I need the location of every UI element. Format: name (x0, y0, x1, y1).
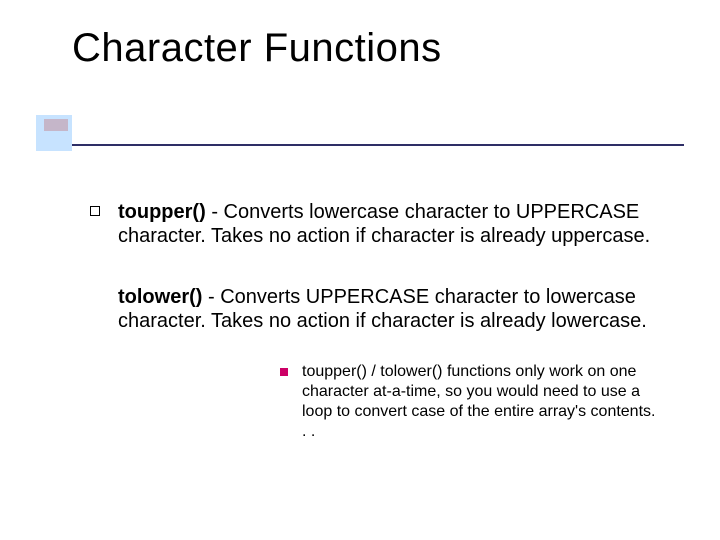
separator: - (202, 286, 220, 308)
note-text: toupper() / tolower() functions only wor… (302, 363, 655, 440)
function-name: toupper() (118, 201, 206, 223)
separator: - (206, 201, 224, 223)
pink-square-bullet-icon (280, 368, 288, 376)
square-bullet-icon (90, 206, 100, 216)
nested-note: toupper() / tolower() functions only wor… (280, 362, 662, 442)
bullet-item-toupper: toupper() - Converts lowercase character… (90, 200, 662, 249)
function-name: tolower() (118, 286, 202, 308)
slide-body: toupper() - Converts lowercase character… (90, 200, 662, 442)
bullet-item-tolower: tolower() - Converts UPPERCASE character… (90, 285, 662, 334)
slide-title: Character Functions (72, 26, 442, 71)
slide: Character Functions toupper() - Converts… (0, 0, 720, 540)
accent-overlay (44, 119, 68, 131)
title-underline (72, 144, 684, 146)
